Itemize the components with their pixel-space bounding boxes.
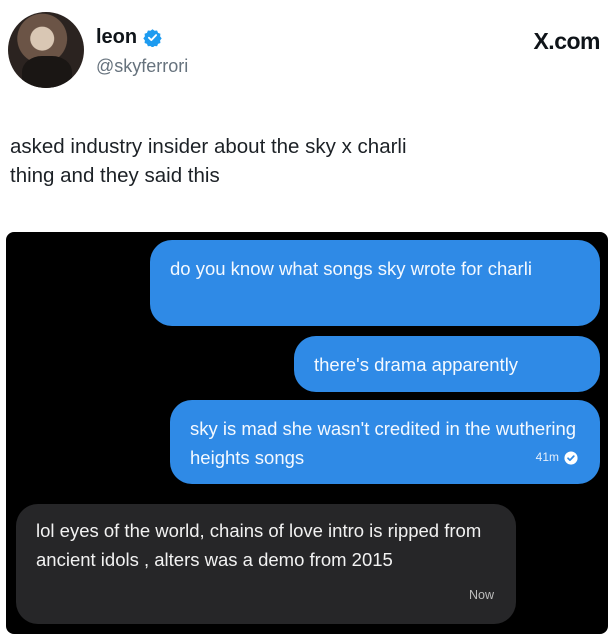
outgoing-message: do you know what songs sky wrote for cha… — [150, 240, 600, 326]
message-text: lol eyes of the world, chains of love in… — [36, 520, 482, 570]
author-name-row[interactable]: leon — [96, 26, 162, 49]
message-timestamp-row: 41m — [536, 443, 578, 472]
message-timestamp: 41m — [535, 450, 559, 464]
message-timestamp: Now — [468, 588, 494, 602]
message-text: there's drama apparently — [314, 354, 519, 375]
author-name[interactable]: leon — [96, 26, 137, 49]
tweet-header: leon @skyferrori X.com — [8, 12, 608, 92]
avatar[interactable] — [8, 12, 84, 88]
read-receipt-icon — [564, 450, 578, 465]
tweet-text: asked industry insider about the sky x c… — [10, 132, 600, 190]
verified-badge-icon — [143, 29, 162, 47]
author-handle[interactable]: @skyferrori — [96, 56, 188, 77]
x-brand-label: X.com — [533, 28, 600, 54]
tweet-text-line: asked industry insider about the sky x c… — [10, 135, 407, 158]
tweet-text-line: thing and they said this — [10, 164, 220, 187]
outgoing-message: sky is mad she wasn't credited in the wu… — [170, 400, 600, 484]
message-text: sky is mad she wasn't credited in the wu… — [190, 418, 577, 468]
chat-screenshot: do you know what songs sky wrote for cha… — [6, 232, 608, 634]
outgoing-message: there's drama apparently — [294, 336, 600, 392]
message-text: do you know what songs sky wrote for cha… — [170, 258, 532, 279]
incoming-message: lol eyes of the world, chains of love in… — [16, 504, 516, 624]
